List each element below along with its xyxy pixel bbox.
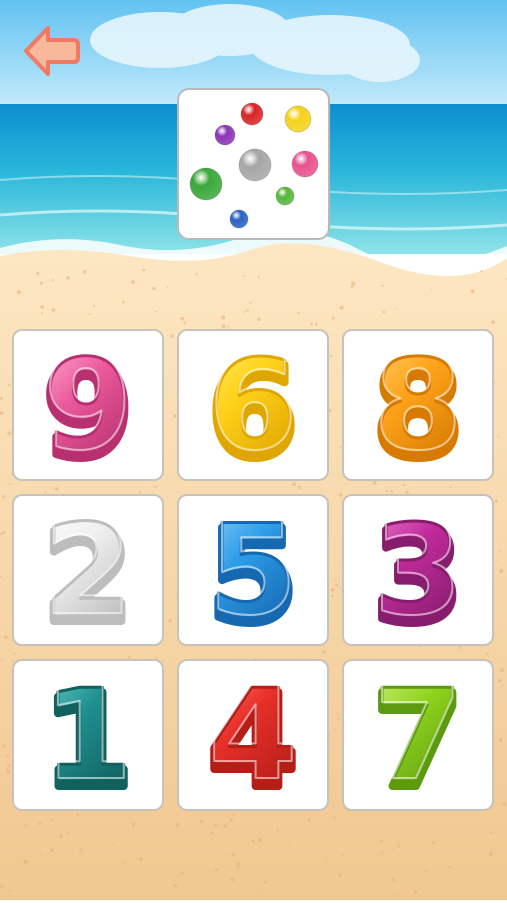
digit-highlight: 2 [43,496,132,644]
balls-group [179,90,328,238]
number-tile-9[interactable]: 999 [12,329,164,481]
number-tile-5[interactable]: 555 [177,494,329,646]
number-tile-3[interactable]: 333 [342,494,494,646]
ball [190,168,222,200]
digit-graphic: 777 [344,661,492,809]
digit-highlight: 1 [43,661,132,809]
digit-graphic: 888 [344,331,492,479]
digit-graphic: 444 [179,661,327,809]
digit-graphic: 555 [179,496,327,644]
number-tile-4[interactable]: 444 [177,659,329,811]
game-scene: 7 999666888 222555333 111444777 [0,0,507,900]
ball [285,106,311,132]
digit-graphic: 111 [14,661,162,809]
number-tile-8[interactable]: 888 [342,329,494,481]
ball [215,125,235,145]
ball [276,187,294,205]
number-tile-2[interactable]: 222 [12,494,164,646]
ball [230,210,248,228]
digit-highlight: 3 [373,496,462,644]
digit-highlight: 5 [208,496,297,644]
back-arrow-icon[interactable] [22,24,80,78]
ball [239,149,271,181]
digit-highlight: 8 [373,331,462,479]
number-tile-6[interactable]: 666 [177,329,329,481]
digit-highlight: 9 [43,331,132,479]
ball-count-card: 7 [177,88,330,240]
digit-highlight: 6 [208,331,297,479]
digit-graphic: 666 [179,331,327,479]
ball [241,103,263,125]
digit-graphic: 333 [344,496,492,644]
number-tile-1[interactable]: 111 [12,659,164,811]
digit-graphic: 999 [14,331,162,479]
digit-graphic: 222 [14,496,162,644]
ball [292,151,318,177]
digit-highlight: 7 [373,661,462,809]
number-tile-7[interactable]: 777 [342,659,494,811]
digit-highlight: 4 [208,661,297,809]
